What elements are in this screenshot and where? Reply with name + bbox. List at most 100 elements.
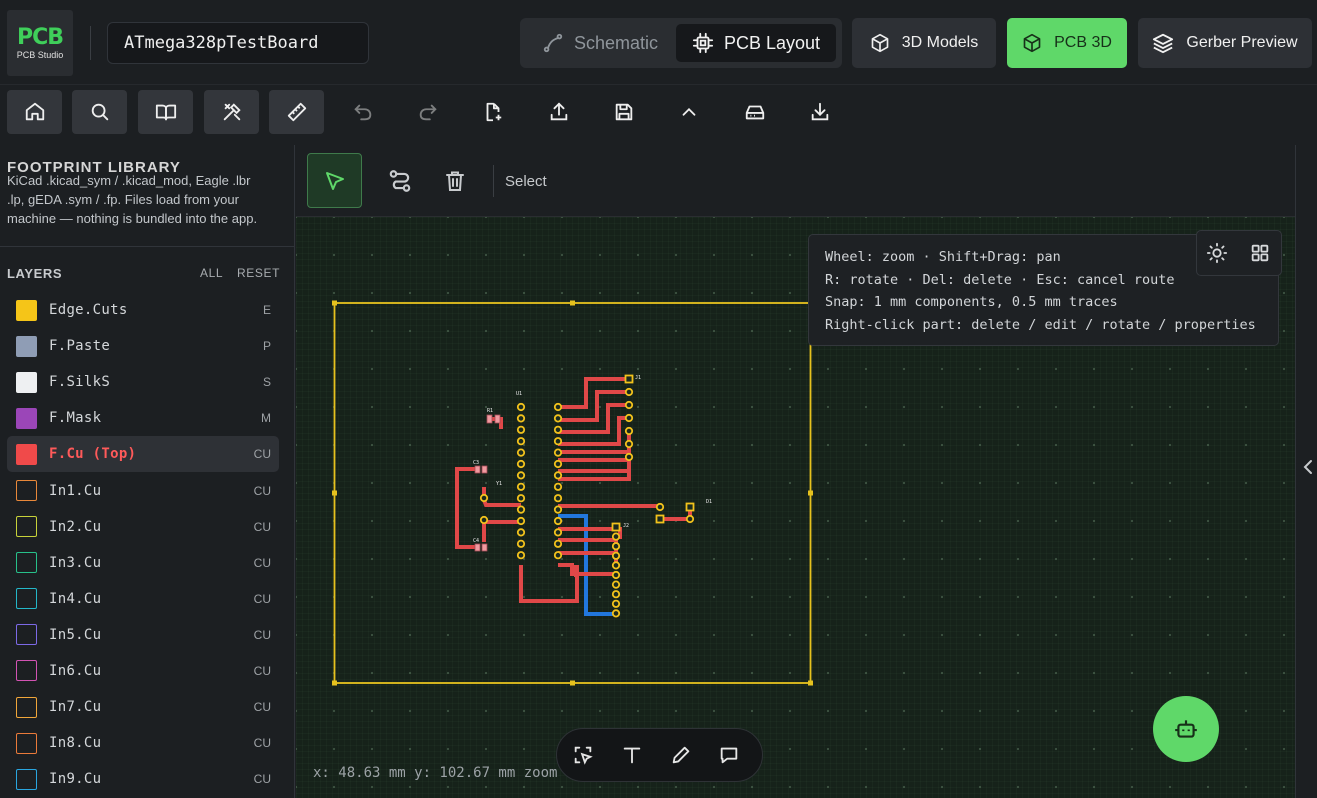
schematic-tab[interactable]: Schematic xyxy=(526,24,674,62)
layer-item[interactable]: In4.Cu CU xyxy=(7,581,279,617)
layer-item[interactable]: In3.Cu CU xyxy=(7,545,279,581)
comment-tool-button[interactable] xyxy=(717,743,741,767)
through-hole-pad[interactable] xyxy=(685,514,695,524)
home-button[interactable] xyxy=(7,90,62,134)
layer-item[interactable]: F.Paste P xyxy=(7,328,279,364)
through-hole-pad[interactable] xyxy=(553,459,563,469)
through-hole-pad[interactable] xyxy=(611,599,621,608)
through-hole-pad[interactable] xyxy=(553,414,563,423)
through-hole-pad[interactable] xyxy=(553,437,563,446)
through-hole-pad[interactable] xyxy=(611,590,621,599)
through-hole-pad[interactable] xyxy=(611,561,621,570)
tools-button[interactable] xyxy=(204,90,259,134)
layer-color-swatch[interactable] xyxy=(16,768,37,790)
select-tool-button[interactable] xyxy=(307,153,362,208)
layer-color-swatch[interactable] xyxy=(16,443,37,465)
layer-item[interactable]: F.Cu (Top) CU xyxy=(7,436,279,473)
pcb-canvas[interactable]: U1 R1 C3 C4 J1 J2 D1 Y1 Wheel: zoom · Sh… xyxy=(296,217,1295,798)
layer-item[interactable]: In7.Cu CU xyxy=(7,689,279,725)
through-hole-pad[interactable] xyxy=(655,502,665,512)
through-hole-pad[interactable] xyxy=(553,471,563,480)
through-hole-pad[interactable] xyxy=(611,580,621,589)
through-hole-pad[interactable] xyxy=(611,542,621,551)
layer-item[interactable]: In5.Cu CU xyxy=(7,617,279,653)
layer-color-swatch[interactable] xyxy=(16,732,37,754)
through-hole-pad[interactable] xyxy=(479,515,489,525)
layer-color-swatch[interactable] xyxy=(16,660,37,682)
layer-color-swatch[interactable] xyxy=(16,371,37,393)
layer-item[interactable]: In1.Cu CU xyxy=(7,472,279,508)
through-hole-pad[interactable] xyxy=(553,539,563,548)
layers-reset-button[interactable]: RESET xyxy=(237,266,280,280)
layer-item[interactable]: Edge.Cuts E xyxy=(7,292,279,328)
through-hole-pad[interactable] xyxy=(553,505,563,514)
through-hole-pad[interactable] xyxy=(516,528,526,537)
through-hole-pad[interactable] xyxy=(553,551,563,560)
through-hole-pad[interactable] xyxy=(624,413,634,423)
search-button[interactable] xyxy=(72,90,127,134)
through-hole-pad[interactable] xyxy=(516,551,526,560)
layer-item[interactable]: In9.Cu CU xyxy=(7,761,279,797)
collapse-button[interactable] xyxy=(661,90,716,134)
layer-color-swatch[interactable] xyxy=(16,552,37,574)
draw-tool-button[interactable] xyxy=(669,743,693,767)
app-logo[interactable]: PCB PCB Studio xyxy=(7,10,73,76)
through-hole-pad[interactable] xyxy=(479,493,489,503)
assistant-button[interactable] xyxy=(1153,696,1219,762)
through-hole-pad[interactable] xyxy=(553,448,563,457)
through-hole-pad[interactable] xyxy=(611,570,621,580)
3d-models-button[interactable]: 3D Models xyxy=(852,18,996,68)
through-hole-pad[interactable] xyxy=(624,426,634,436)
pcb-3d-button[interactable]: PCB 3D xyxy=(1007,18,1127,68)
library-button[interactable] xyxy=(138,90,193,134)
through-hole-pad[interactable] xyxy=(611,532,621,541)
save-button[interactable] xyxy=(596,90,651,134)
expand-panel-button[interactable] xyxy=(1302,458,1314,481)
through-hole-pad[interactable] xyxy=(611,551,621,560)
through-hole-pad[interactable] xyxy=(516,494,526,503)
layer-item[interactable]: In2.Cu CU xyxy=(7,509,279,545)
layer-color-swatch[interactable] xyxy=(16,299,37,321)
through-hole-pad[interactable] xyxy=(624,452,634,462)
drive-button[interactable] xyxy=(727,90,782,134)
through-hole-pad[interactable] xyxy=(516,402,526,412)
layer-color-swatch[interactable] xyxy=(16,624,37,646)
through-hole-pad[interactable] xyxy=(553,494,563,503)
square-pad[interactable] xyxy=(685,502,695,512)
through-hole-pad[interactable] xyxy=(516,459,526,469)
through-hole-pad[interactable] xyxy=(516,437,526,446)
through-hole-pad[interactable] xyxy=(553,402,563,412)
theme-toggle-button[interactable] xyxy=(1206,242,1228,269)
layer-color-swatch[interactable] xyxy=(16,588,37,610)
through-hole-pad[interactable] xyxy=(611,609,621,618)
through-hole-pad[interactable] xyxy=(553,516,563,526)
board-outline[interactable] xyxy=(332,300,813,686)
text-tool-button[interactable] xyxy=(620,743,644,767)
square-pad[interactable] xyxy=(611,522,621,532)
export-button[interactable] xyxy=(531,90,586,134)
layer-color-swatch[interactable] xyxy=(16,335,37,357)
through-hole-pad[interactable] xyxy=(624,400,634,410)
download-button[interactable] xyxy=(792,90,847,134)
box-select-button[interactable] xyxy=(571,743,595,767)
square-pad[interactable] xyxy=(655,514,665,524)
through-hole-pad[interactable] xyxy=(553,425,563,434)
through-hole-pad[interactable] xyxy=(516,425,526,434)
layer-color-swatch[interactable] xyxy=(16,407,37,429)
layer-color-swatch[interactable] xyxy=(16,480,37,502)
ruler-button[interactable] xyxy=(269,90,324,134)
through-hole-pad[interactable] xyxy=(516,471,526,480)
through-hole-pad[interactable] xyxy=(553,528,563,537)
project-name-field[interactable]: ATmega328pTestBoard xyxy=(107,22,369,64)
square-pad[interactable] xyxy=(624,374,634,384)
through-hole-pad[interactable] xyxy=(516,539,526,548)
gerber-preview-button[interactable]: Gerber Preview xyxy=(1138,18,1312,68)
undo-button[interactable] xyxy=(335,90,390,134)
through-hole-pad[interactable] xyxy=(516,448,526,457)
delete-tool-button[interactable] xyxy=(427,153,482,208)
layer-item[interactable]: In8.Cu CU xyxy=(7,725,279,761)
through-hole-pad[interactable] xyxy=(553,482,563,491)
layer-item[interactable]: In6.Cu CU xyxy=(7,653,279,689)
redo-button[interactable] xyxy=(400,90,455,134)
new-file-button[interactable] xyxy=(465,90,520,134)
